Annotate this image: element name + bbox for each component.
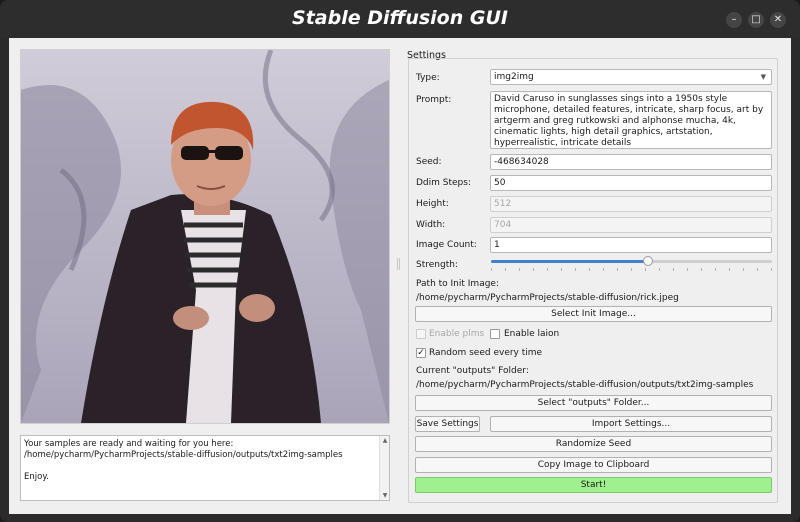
- slider-tick: [533, 268, 534, 271]
- splitter-handle[interactable]: [397, 258, 400, 270]
- randomize-seed-button[interactable]: Randomize Seed: [415, 436, 772, 452]
- save-settings-button[interactable]: Save Settings: [415, 416, 480, 432]
- main-content: Your samples are ready and waiting for y…: [9, 38, 791, 514]
- slider-tick: [673, 268, 674, 271]
- slider-tick: [617, 268, 618, 271]
- app-window: Stable Diffusion GUI – □ ✕ Your samples …: [0, 0, 800, 522]
- checkmark-icon: ✓: [417, 348, 425, 358]
- outputs-folder-value: /home/pycharm/PycharmProjects/stable-dif…: [416, 380, 754, 390]
- slider-tick: [645, 268, 646, 271]
- log-scrollbar[interactable]: ▲ ▼: [379, 436, 389, 500]
- scroll-up-icon[interactable]: ▲: [380, 437, 390, 444]
- prompt-input[interactable]: David Caruso in sunglasses sings into a …: [490, 91, 772, 149]
- slider-tick: [729, 268, 730, 271]
- select-outputs-folder-button[interactable]: Select "outputs" Folder...: [415, 395, 772, 411]
- slider-tick: [659, 268, 660, 271]
- slider-tick: [561, 268, 562, 271]
- image-count-input[interactable]: 1: [490, 237, 772, 253]
- enable-plms-label: Enable plms: [429, 329, 485, 339]
- slider-tick: [743, 268, 744, 271]
- generated-image: [21, 50, 389, 423]
- ddim-steps-input[interactable]: 50: [490, 175, 772, 191]
- seed-label: Seed:: [416, 157, 442, 167]
- import-settings-button[interactable]: Import Settings...: [490, 416, 772, 432]
- enable-laion-label: Enable laion: [504, 329, 560, 339]
- scroll-down-icon[interactable]: ▼: [380, 492, 390, 499]
- log-output[interactable]: Your samples are ready and waiting for y…: [20, 435, 390, 501]
- maximize-icon[interactable]: □: [748, 12, 764, 28]
- close-icon[interactable]: ✕: [770, 12, 786, 28]
- prompt-label: Prompt:: [416, 95, 452, 105]
- type-select-value: img2img: [494, 72, 534, 82]
- init-image-path-value: /home/pycharm/PycharmProjects/stable-dif…: [416, 293, 679, 303]
- seed-input[interactable]: -468634028: [490, 154, 772, 170]
- width-label: Width:: [416, 220, 446, 230]
- slider-tick: [687, 268, 688, 271]
- strength-slider-ticks: [491, 268, 772, 271]
- random-seed-label: Random seed every time: [429, 348, 543, 358]
- image-count-label: Image Count:: [416, 240, 477, 250]
- height-input: 512: [490, 196, 772, 212]
- slider-tick: [603, 268, 604, 271]
- slider-tick: [771, 268, 772, 271]
- enable-plms-checkbox: [416, 329, 426, 339]
- minimize-icon[interactable]: –: [726, 12, 742, 28]
- select-init-image-button[interactable]: Select Init Image...: [415, 306, 772, 322]
- enable-laion-checkbox[interactable]: [490, 329, 500, 339]
- log-text: Your samples are ready and waiting for y…: [24, 439, 343, 482]
- type-label: Type:: [416, 73, 440, 83]
- height-label: Height:: [416, 199, 449, 209]
- slider-tick: [575, 268, 576, 271]
- slider-tick: [589, 268, 590, 271]
- title-bar: Stable Diffusion GUI – □ ✕: [0, 0, 800, 38]
- width-input: 704: [490, 217, 772, 233]
- random-seed-checkbox[interactable]: ✓: [416, 348, 426, 358]
- slider-tick: [631, 268, 632, 271]
- strength-slider[interactable]: [491, 260, 772, 263]
- slider-tick: [701, 268, 702, 271]
- window-title: Stable Diffusion GUI: [292, 7, 508, 29]
- slider-tick: [505, 268, 506, 271]
- slider-tick: [547, 268, 548, 271]
- copy-image-button[interactable]: Copy Image to Clipboard: [415, 457, 772, 473]
- slider-tick: [491, 268, 492, 271]
- type-select[interactable]: img2img ▼: [490, 69, 772, 85]
- slider-tick: [715, 268, 716, 271]
- slider-tick: [519, 268, 520, 271]
- init-image-path-label: Path to Init Image:: [416, 279, 499, 289]
- outputs-folder-label: Current "outputs" Folder:: [416, 366, 529, 376]
- slider-tick: [757, 268, 758, 271]
- strength-slider-fill: [491, 260, 649, 263]
- start-button[interactable]: Start!: [415, 477, 772, 493]
- ddim-steps-label: Ddim Steps:: [416, 178, 471, 188]
- image-preview-frame: [20, 49, 390, 424]
- strength-label: Strength:: [416, 260, 458, 270]
- chevron-down-icon: ▼: [760, 73, 766, 81]
